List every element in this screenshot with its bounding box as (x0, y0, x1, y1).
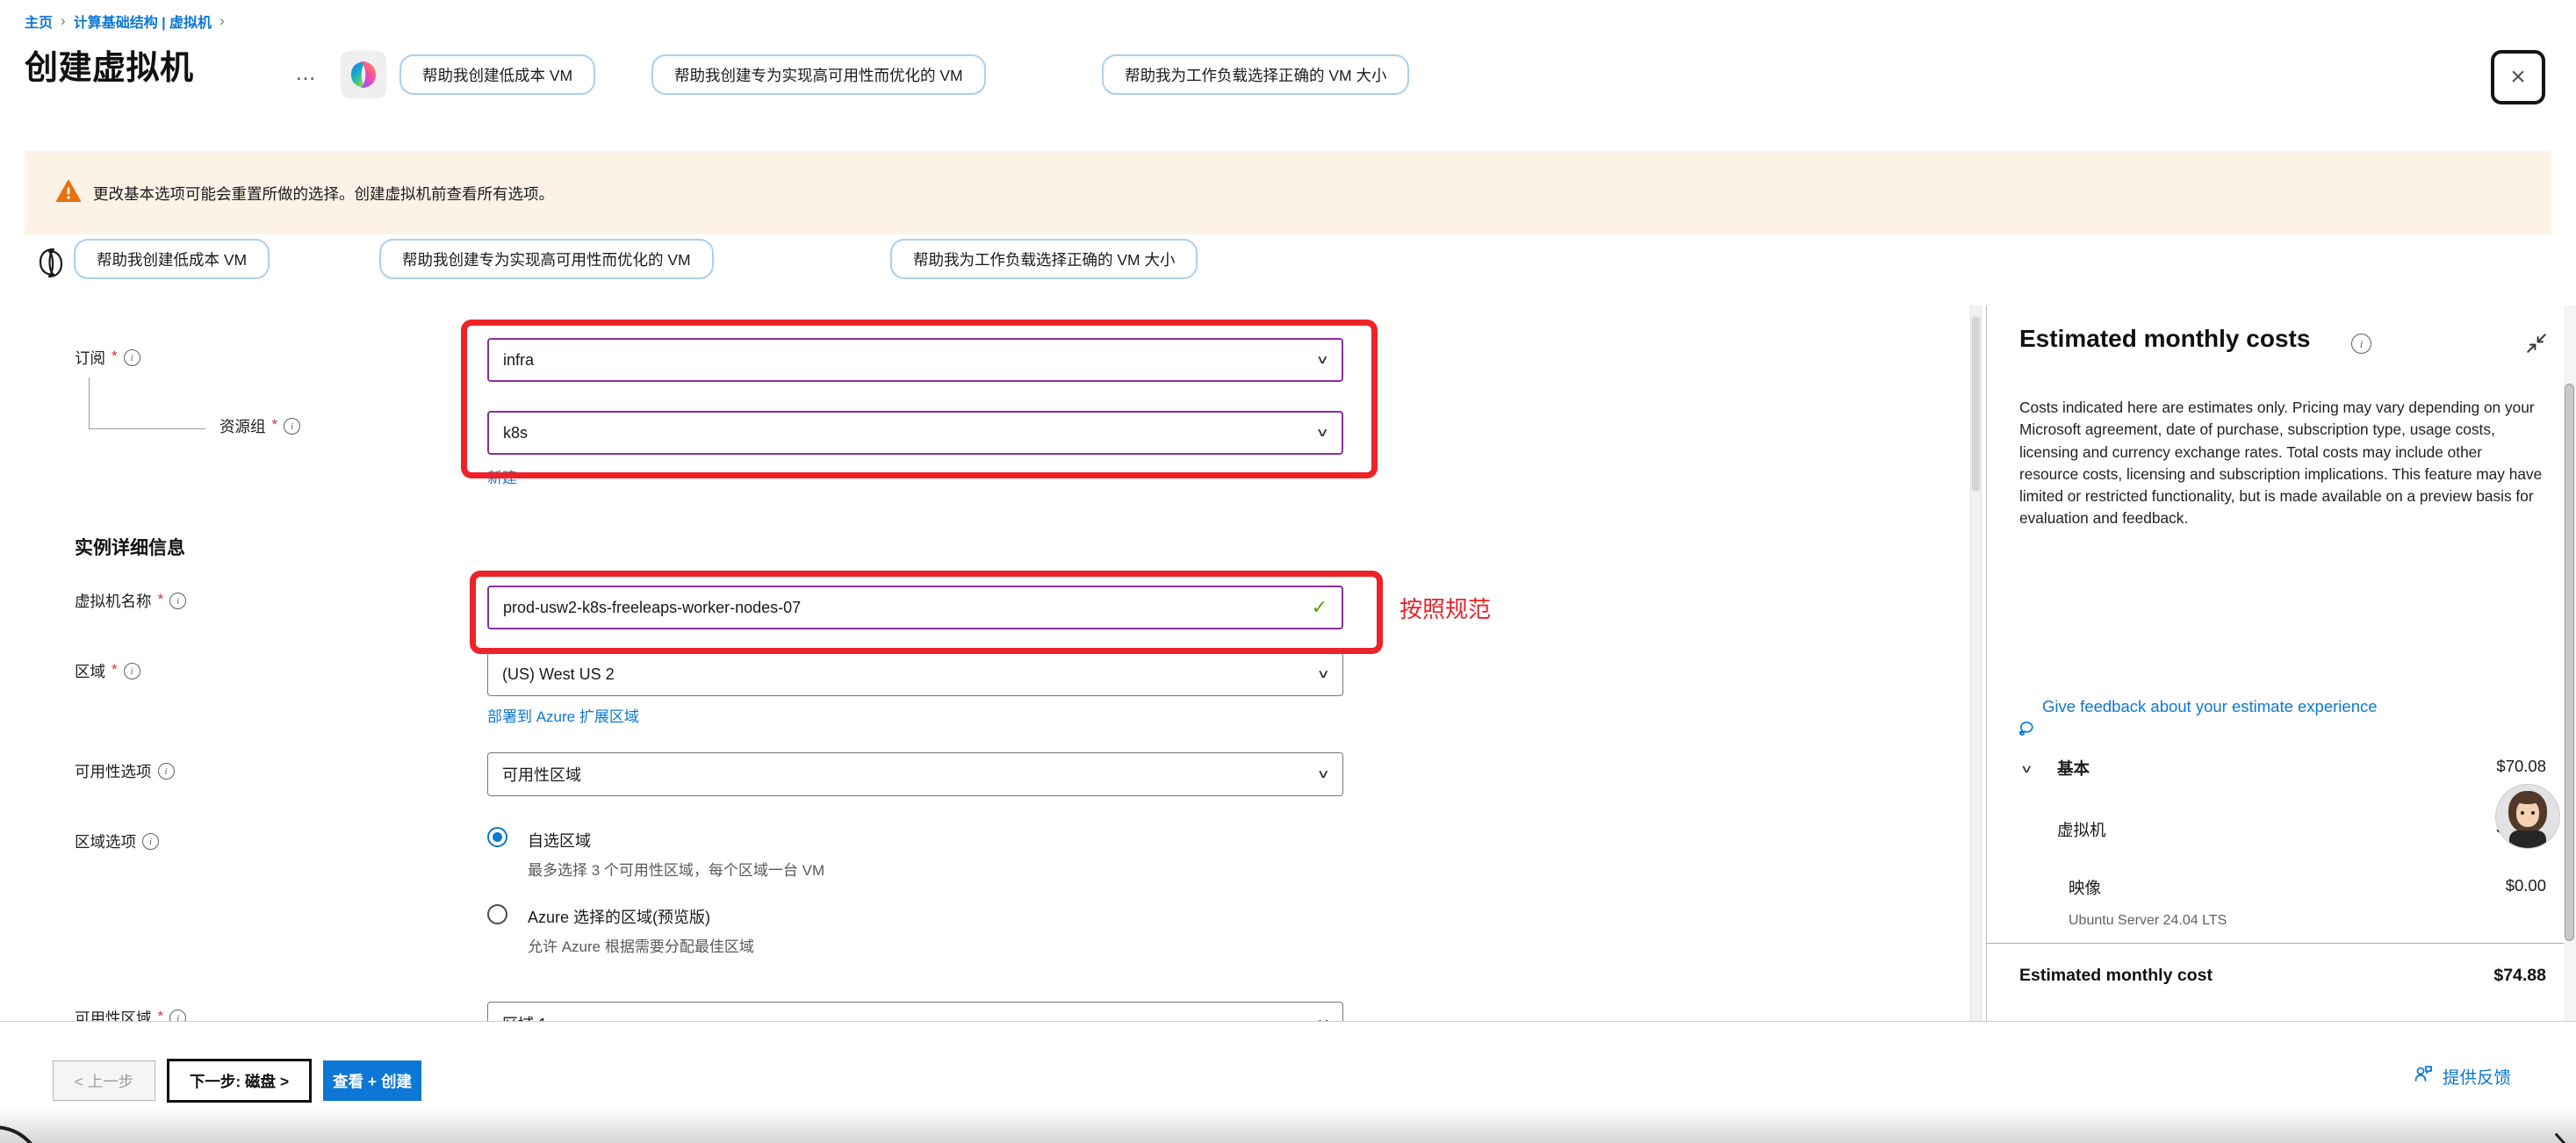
warning-banner: 更改基本选项可能会重置所做的选择。创建虚拟机前查看所有选项。 (25, 151, 2551, 234)
breadcrumb: 主页 › 计算基础结构 | 虚拟机 › (25, 11, 233, 32)
collapse-panel-icon[interactable] (2525, 332, 2548, 355)
warning-icon (56, 180, 81, 203)
suggestion-right-size-button-2[interactable]: 帮助我为工作负载选择正确的 VM 大小 (890, 239, 1198, 279)
region-label: 区域 * i (75, 660, 140, 682)
close-icon: × (2510, 62, 2526, 92)
cost-group-label: 基本 (2057, 757, 2090, 780)
vm-name-label: 虚拟机名称 * i (75, 590, 186, 612)
chevron-down-icon: ∨ (1315, 353, 1329, 367)
avatar[interactable] (2495, 784, 2560, 849)
footer: < 上一步 下一步: 磁盘 > 查看 + 创建 提供反馈 (0, 1021, 2576, 1143)
required-mark: * (158, 591, 164, 608)
cost-group-value: $70.08 (2371, 757, 2546, 776)
vm-name-input[interactable]: prod-usw2-k8s-freeleaps-worker-nodes-07 … (487, 586, 1343, 629)
radio-self-selected-zones[interactable] (487, 827, 507, 847)
chevron-down-icon: ∨ (1315, 426, 1329, 440)
previous-step-button[interactable]: < 上一步 (53, 1060, 155, 1101)
info-icon[interactable]: i (2351, 334, 2371, 354)
group-expand-chevron-icon[interactable]: ∨ (2020, 763, 2033, 776)
cost-item-value: $0.00 (2371, 876, 2546, 895)
info-icon[interactable]: i (124, 349, 140, 366)
cost-panel-description: Costs indicated here are estimates only.… (2019, 397, 2543, 530)
breadcrumb-separator-icon: › (53, 12, 74, 30)
radio-azure-selected-zones-desc: 允许 Azure 根据需要分配最佳区域 (528, 934, 754, 956)
subscription-select[interactable]: infra ∨ (487, 338, 1343, 382)
provide-feedback-link[interactable]: 提供反馈 (2443, 1063, 2511, 1089)
region-select[interactable]: (US) West US 2 ∨ (487, 652, 1343, 696)
main-scrollbar-track[interactable] (1970, 306, 1982, 1021)
review-create-button[interactable]: 查看 + 创建 (323, 1060, 421, 1101)
breadcrumb-separator-icon: › (212, 12, 233, 30)
required-mark: * (112, 348, 118, 365)
cost-panel-title: Estimated monthly costs (2019, 325, 2310, 353)
instance-details-heading: 实例详细信息 (75, 534, 185, 560)
chevron-down-icon: ∨ (1316, 767, 1330, 781)
suggestion-high-availability-button[interactable]: 帮助我创建专为实现高可用性而优化的 VM (651, 54, 986, 95)
panel-scrollbar-track[interactable] (2564, 306, 2576, 1021)
feedback-person-icon (2413, 1063, 2434, 1084)
feedback-bubbles-icon (2018, 718, 2037, 737)
panel-scrollbar-thumb[interactable] (2565, 384, 2574, 941)
suggestion-right-size-button[interactable]: 帮助我为工作负载选择正确的 VM 大小 (1102, 54, 1409, 95)
cost-item-sub: Ubuntu Server 24.04 LTS (2069, 913, 2227, 929)
main-scrollbar-thumb[interactable] (1972, 316, 1980, 492)
availability-options-select[interactable]: 可用性区域 ∨ (487, 752, 1343, 796)
warning-text: 更改基本选项可能会重置所做的选择。创建虚拟机前查看所有选项。 (93, 183, 554, 205)
availability-options-label: 可用性选项 i (75, 760, 175, 782)
more-options-button[interactable]: … (295, 61, 318, 86)
resource-group-label: 资源组 * i (219, 415, 300, 437)
suggestion-high-availability-button-2[interactable]: 帮助我创建专为实现高可用性而优化的 VM (379, 239, 714, 279)
radio-self-selected-zones-label: 自选区域 (528, 829, 591, 852)
cost-total-divider (1987, 943, 2576, 944)
estimate-feedback-link[interactable]: Give feedback about your estimate experi… (2042, 696, 2548, 718)
page-title: 创建虚拟机 (25, 40, 194, 89)
info-icon[interactable]: i (284, 418, 300, 435)
annotation-note: 按照规范 (1400, 592, 1491, 624)
tree-connector-vertical (89, 377, 90, 428)
copilot-logo-icon (348, 59, 379, 90)
bottom-shadow (0, 1107, 2576, 1143)
breadcrumb-home-link[interactable]: 主页 (25, 11, 53, 32)
create-vm-page: 主页 › 计算基础结构 | 虚拟机 › 创建虚拟机 … 帮助我创建低成本 (0, 0, 2576, 1143)
deploy-extended-zone-link[interactable]: 部署到 Azure 扩展区域 (487, 704, 639, 726)
resource-group-select[interactable]: k8s ∨ (487, 411, 1343, 455)
valid-check-icon: ✓ (1312, 596, 1328, 619)
info-icon[interactable]: i (124, 663, 140, 679)
suggestion-low-cost-vm-button[interactable]: 帮助我创建低成本 VM (399, 54, 595, 95)
breadcrumb-vm-link[interactable]: 计算基础结构 | 虚拟机 (74, 11, 212, 32)
cost-item-label: 映像 (2069, 876, 2101, 899)
info-icon[interactable]: i (169, 593, 186, 609)
cost-total-label: Estimated monthly cost (2019, 966, 2213, 986)
required-mark: * (272, 416, 278, 434)
required-mark: * (112, 661, 118, 679)
next-step-disks-button[interactable]: 下一步: 磁盘 > (167, 1059, 312, 1103)
radio-azure-selected-zones[interactable] (487, 904, 507, 924)
cost-item-label: 虚拟机 (2057, 818, 2106, 841)
close-button[interactable]: × (2491, 50, 2545, 104)
cost-total-value: $74.88 (2371, 966, 2546, 986)
info-icon[interactable]: i (158, 763, 175, 780)
subscription-label: 订阅 * i (75, 347, 140, 369)
info-icon[interactable]: i (142, 833, 159, 850)
chevron-down-icon: ∨ (1316, 667, 1330, 681)
create-new-resource-group-link[interactable]: 新建 (487, 465, 517, 487)
tree-connector-horizontal (89, 428, 205, 429)
radio-azure-selected-zones-label: Azure 选择的区域(预览版) (528, 905, 710, 928)
zone-options-label: 区域选项 i (75, 830, 159, 852)
panel-divider (1986, 306, 1987, 1021)
radio-self-selected-zones-desc: 最多选择 3 个可用性区域，每个区域一台 VM (528, 858, 824, 880)
suggestion-low-cost-vm-button-2[interactable]: 帮助我创建低成本 VM (74, 239, 270, 279)
copilot-chip-button[interactable] (341, 51, 386, 98)
copilot-outline-icon[interactable] (35, 246, 67, 279)
